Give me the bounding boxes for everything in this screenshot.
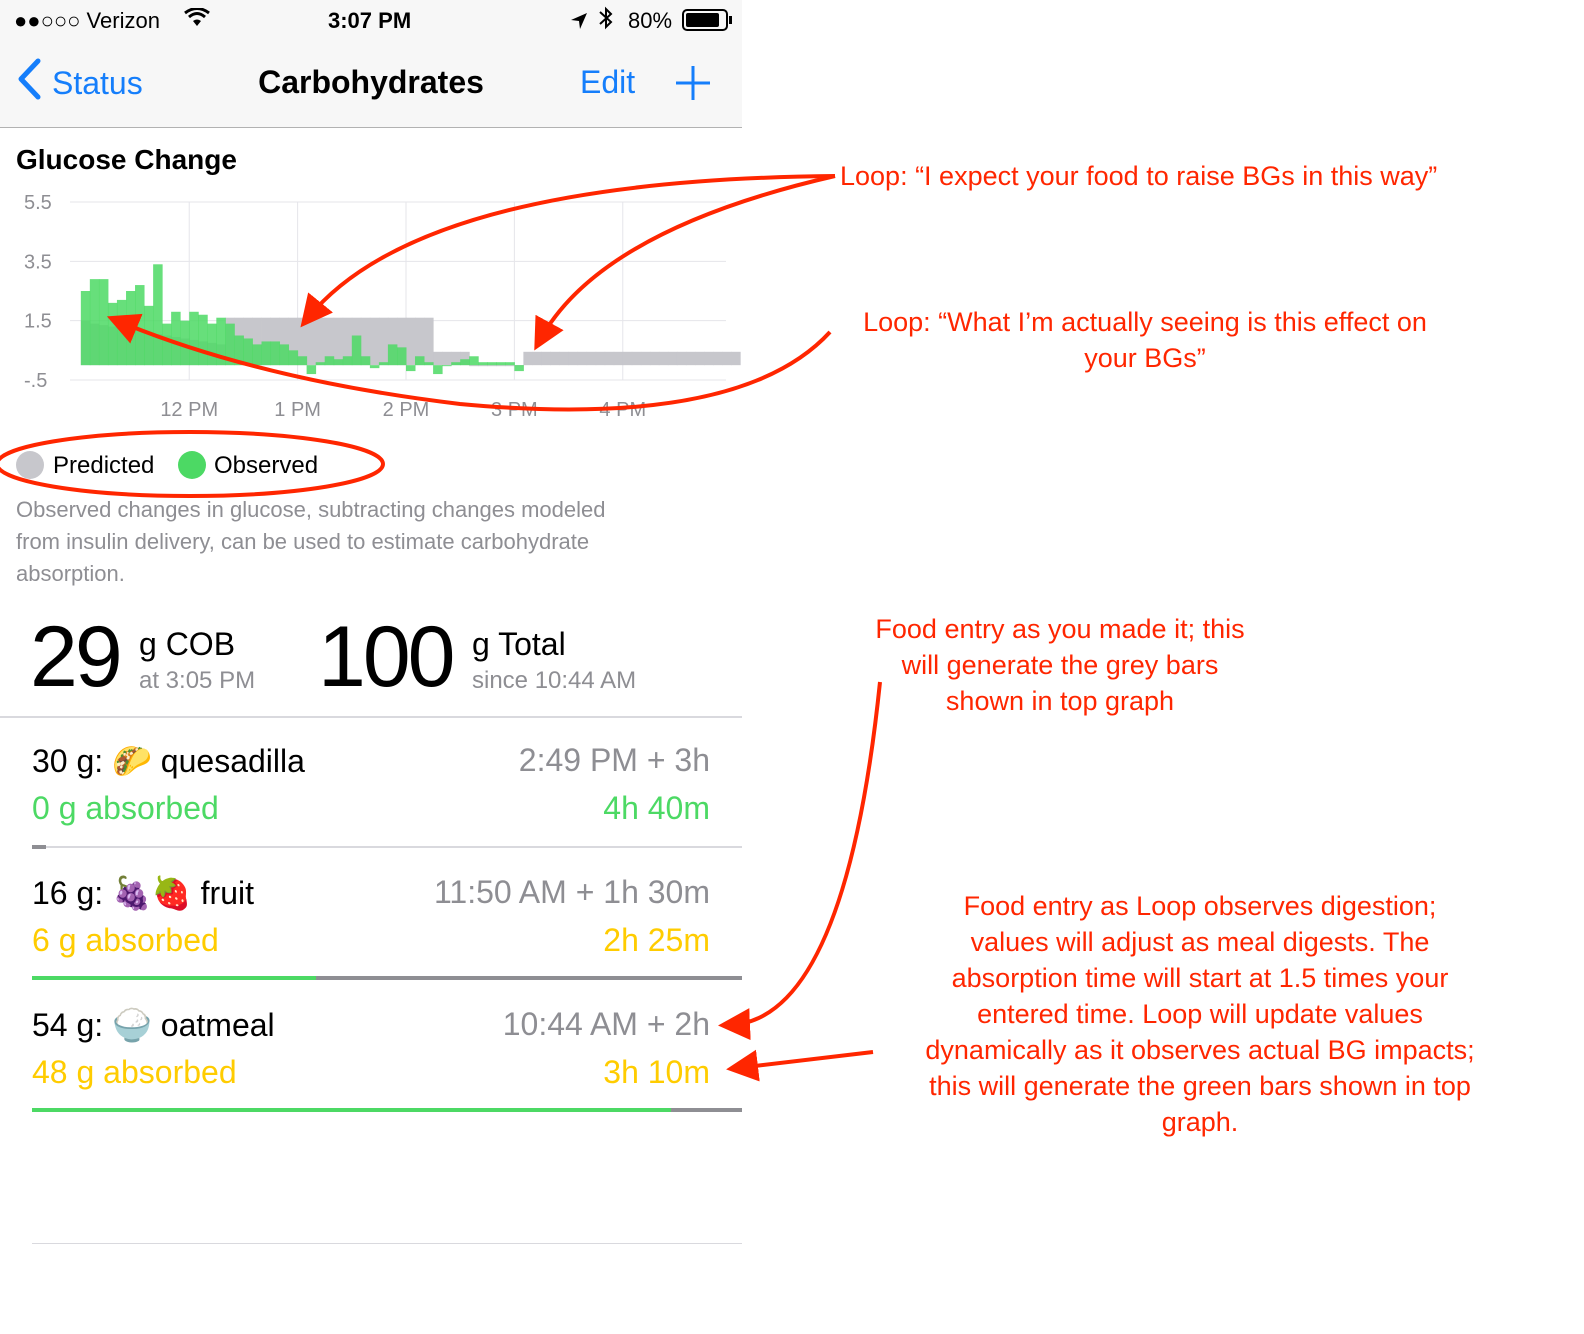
annotation-text: shown in top graph [945, 686, 1175, 716]
annotation-text: values will adjust as meal digests. The [970, 927, 1430, 957]
annotation-text: absorption time will start at 1.5 times … [951, 963, 1449, 993]
annotation-expected: Loop: “I expect your food to raise BGs i… [840, 158, 1520, 194]
annotation-text: Food entry as you made it; this [875, 614, 1245, 644]
annotation-text: this will generate the green bars shown … [929, 1071, 1471, 1101]
annotation-text: dynamically as it observes actual BG imp… [925, 1035, 1475, 1065]
arrow-to-entry-time [718, 681, 882, 1041]
arrow-to-observed [106, 313, 832, 412]
annotation-text: Loop: “What I’m actually seeing is this … [863, 307, 1427, 337]
annotation-text: entered time. Loop will update values [977, 999, 1423, 1029]
annotation-text: graph. [1161, 1107, 1239, 1137]
annotation-text: Food entry as Loop observes digestion; [963, 891, 1437, 921]
arrow-to-absorption-time [726, 1049, 874, 1082]
annotation-text: Loop: “I expect your food to raise BGs i… [840, 161, 1438, 191]
annotation-digestion: Food entry as Loop observes digestion; v… [890, 888, 1510, 1140]
annotation-observed: Loop: “What I’m actually seeing is this … [820, 304, 1470, 376]
legend-highlight-circle [0, 430, 385, 498]
annotation-text: will generate the grey bars [901, 650, 1219, 680]
annotation-food-entry: Food entry as you made it; this will gen… [830, 611, 1290, 719]
annotation-text: your BGs” [1084, 343, 1206, 373]
arrow-to-predicted-2 [534, 174, 836, 351]
